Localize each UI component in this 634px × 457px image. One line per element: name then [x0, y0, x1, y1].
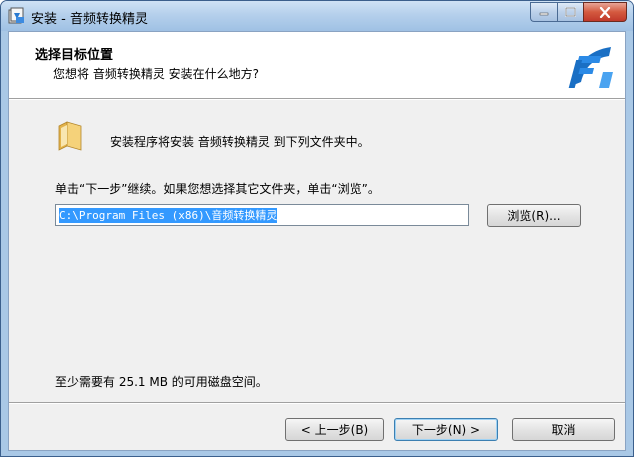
page-title: 选择目标位置 [35, 48, 114, 63]
maximize-button[interactable] [557, 2, 583, 22]
close-icon [599, 6, 611, 18]
folder-icon [58, 121, 82, 151]
wizard-header: 选择目标位置 您想将 音频转换精灵 安装在什么地方? [9, 32, 625, 98]
cancel-button[interactable]: 取消 [512, 418, 615, 441]
back-button[interactable]: < 上一步(B) [285, 418, 384, 441]
disk-space-text: 至少需要有 25.1 MB 的可用磁盘空间。 [55, 375, 268, 389]
close-button[interactable] [583, 2, 627, 22]
window-bottom-frame [1, 451, 633, 456]
installer-window: 安装 - 音频转换精灵 选择目标位置 您想将 音频转换精灵 安装在什么地方? 安… [0, 0, 634, 457]
window-title: 安装 - 音频转换精灵 [31, 12, 148, 27]
page-subtitle: 您想将 音频转换精灵 安装在什么地方? [53, 67, 259, 81]
title-bar[interactable]: 安装 - 音频转换精灵 [1, 1, 633, 31]
install-info-text: 安装程序将安装 音频转换精灵 到下列文件夹中。 [110, 135, 370, 149]
minimize-button[interactable] [530, 2, 557, 22]
next-button[interactable]: 下一步(N) > [394, 418, 498, 441]
minimize-icon [539, 12, 549, 16]
install-path-input[interactable]: C:\Program Files (x86)\音频转换精灵 [55, 204, 469, 226]
install-path-value: C:\Program Files (x86)\音频转换精灵 [59, 208, 278, 223]
footer-divider [9, 402, 625, 404]
header-divider [9, 98, 625, 100]
window-controls [530, 2, 627, 22]
instruction-text: 单击“下一步”继续。如果您想选择其它文件夹，单击“浏览”。 [55, 182, 380, 196]
setup-app-icon [8, 7, 24, 24]
product-logo-icon [568, 47, 613, 88]
dialog-client-area: 选择目标位置 您想将 音频转换精灵 安装在什么地方? 安装程序将安装 音频转换精… [8, 31, 626, 451]
browse-button[interactable]: 浏览(R)... [487, 204, 581, 227]
maximize-icon [565, 7, 576, 17]
